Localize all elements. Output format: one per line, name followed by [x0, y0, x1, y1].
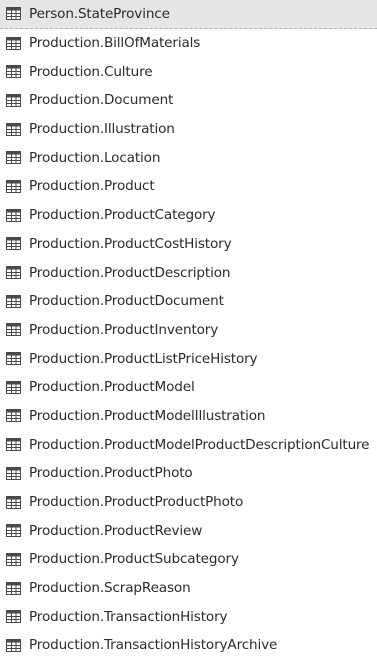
table-name: Production.ProductListPriceHistory: [29, 350, 258, 367]
list-item-production-productcosthistory[interactable]: Production.ProductCostHistory: [0, 230, 377, 259]
list-item-production-productinventory[interactable]: Production.ProductInventory: [0, 316, 377, 345]
table-icon: [6, 524, 21, 538]
table-name: Production.Document: [29, 92, 174, 109]
list-item-production-illustration[interactable]: Production.Illustration: [0, 115, 377, 144]
table-icon: [6, 93, 21, 107]
list-item-production-productmodelillustration[interactable]: Production.ProductModelIllustration: [0, 402, 377, 431]
table-icon: [6, 552, 21, 566]
table-name: Production.BillOfMaterials: [29, 35, 201, 52]
list-item-production-scrapreason[interactable]: Production.ScrapReason: [0, 574, 377, 603]
table-name: Production.ProductInventory: [29, 321, 219, 338]
table-icon: [6, 380, 21, 394]
list-item-production-productmodelproductdescriptionculture[interactable]: Production.ProductModelProductDescriptio…: [0, 430, 377, 459]
table-icon: [6, 179, 21, 193]
list-item-production-productphoto[interactable]: Production.ProductPhoto: [0, 459, 377, 488]
table-name: Production.ProductDescription: [29, 264, 231, 281]
table-name: Production.ProductModel: [29, 379, 195, 396]
table-name: Production.ProductCostHistory: [29, 235, 232, 252]
table-name: Production.TransactionHistoryArchive: [29, 637, 278, 654]
table-name: Production.ProductProductPhoto: [29, 494, 244, 511]
table-icon: [6, 438, 21, 452]
table-icon: [6, 151, 21, 165]
list-item-production-document[interactable]: Production.Document: [0, 86, 377, 115]
table-icon: [6, 65, 21, 79]
table-name: Production.ProductSubcategory: [29, 551, 239, 568]
list-item-person-stateprovince[interactable]: Person.StateProvince: [0, 0, 377, 29]
table-name: Production.Location: [29, 149, 161, 166]
list-item-production-productmodel[interactable]: Production.ProductModel: [0, 373, 377, 402]
table-name: Production.ProductCategory: [29, 207, 216, 224]
table-icon: [6, 294, 21, 308]
table-name: Production.ProductModelIllustration: [29, 407, 266, 424]
table-icon: [6, 323, 21, 337]
table-name: Production.Illustration: [29, 121, 175, 138]
table-icon: [6, 36, 21, 50]
list-item-production-productproductphoto[interactable]: Production.ProductProductPhoto: [0, 488, 377, 517]
list-item-production-productdocument[interactable]: Production.ProductDocument: [0, 287, 377, 316]
table-icon: [6, 610, 21, 624]
list-item-production-location[interactable]: Production.Location: [0, 143, 377, 172]
list-item-production-productreview[interactable]: Production.ProductReview: [0, 516, 377, 545]
list-item-production-productcategory[interactable]: Production.ProductCategory: [0, 201, 377, 230]
list-item-production-culture[interactable]: Production.Culture: [0, 57, 377, 86]
table-icon: [6, 266, 21, 280]
table-name: Person.StateProvince: [29, 5, 170, 22]
list-item-production-transactionhistory[interactable]: Production.TransactionHistory: [0, 602, 377, 631]
table-icon: [6, 122, 21, 136]
list-item-production-productlistpricehistory[interactable]: Production.ProductListPriceHistory: [0, 344, 377, 373]
table-name: Production.ScrapReason: [29, 580, 191, 597]
table-icon: [6, 208, 21, 222]
table-icon: [6, 581, 21, 595]
table-name: Production.Culture: [29, 63, 153, 80]
list-item-production-productdescription[interactable]: Production.ProductDescription: [0, 258, 377, 287]
table-icon: [6, 638, 21, 652]
table-name: Production.ProductPhoto: [29, 465, 193, 482]
table-name: Production.ProductDocument: [29, 293, 224, 310]
list-item-production-billofmaterials[interactable]: Production.BillOfMaterials: [0, 29, 377, 58]
table-name: Production.ProductModelProductDescriptio…: [29, 436, 370, 453]
table-icon: [6, 237, 21, 251]
list-item-production-product[interactable]: Production.Product: [0, 172, 377, 201]
table-icon: [6, 409, 21, 423]
table-icon: [6, 7, 21, 21]
table-navigator-list: Person.StateProvince Production.BillOfMa…: [0, 0, 377, 660]
table-name: Production.Product: [29, 178, 155, 195]
table-icon: [6, 495, 21, 509]
list-item-production-productsubcategory[interactable]: Production.ProductSubcategory: [0, 545, 377, 574]
table-name: Production.TransactionHistory: [29, 608, 228, 625]
table-icon: [6, 352, 21, 366]
table-name: Production.ProductReview: [29, 522, 203, 539]
table-icon: [6, 466, 21, 480]
list-item-production-transactionhistoryarchive[interactable]: Production.TransactionHistoryArchive: [0, 631, 377, 660]
